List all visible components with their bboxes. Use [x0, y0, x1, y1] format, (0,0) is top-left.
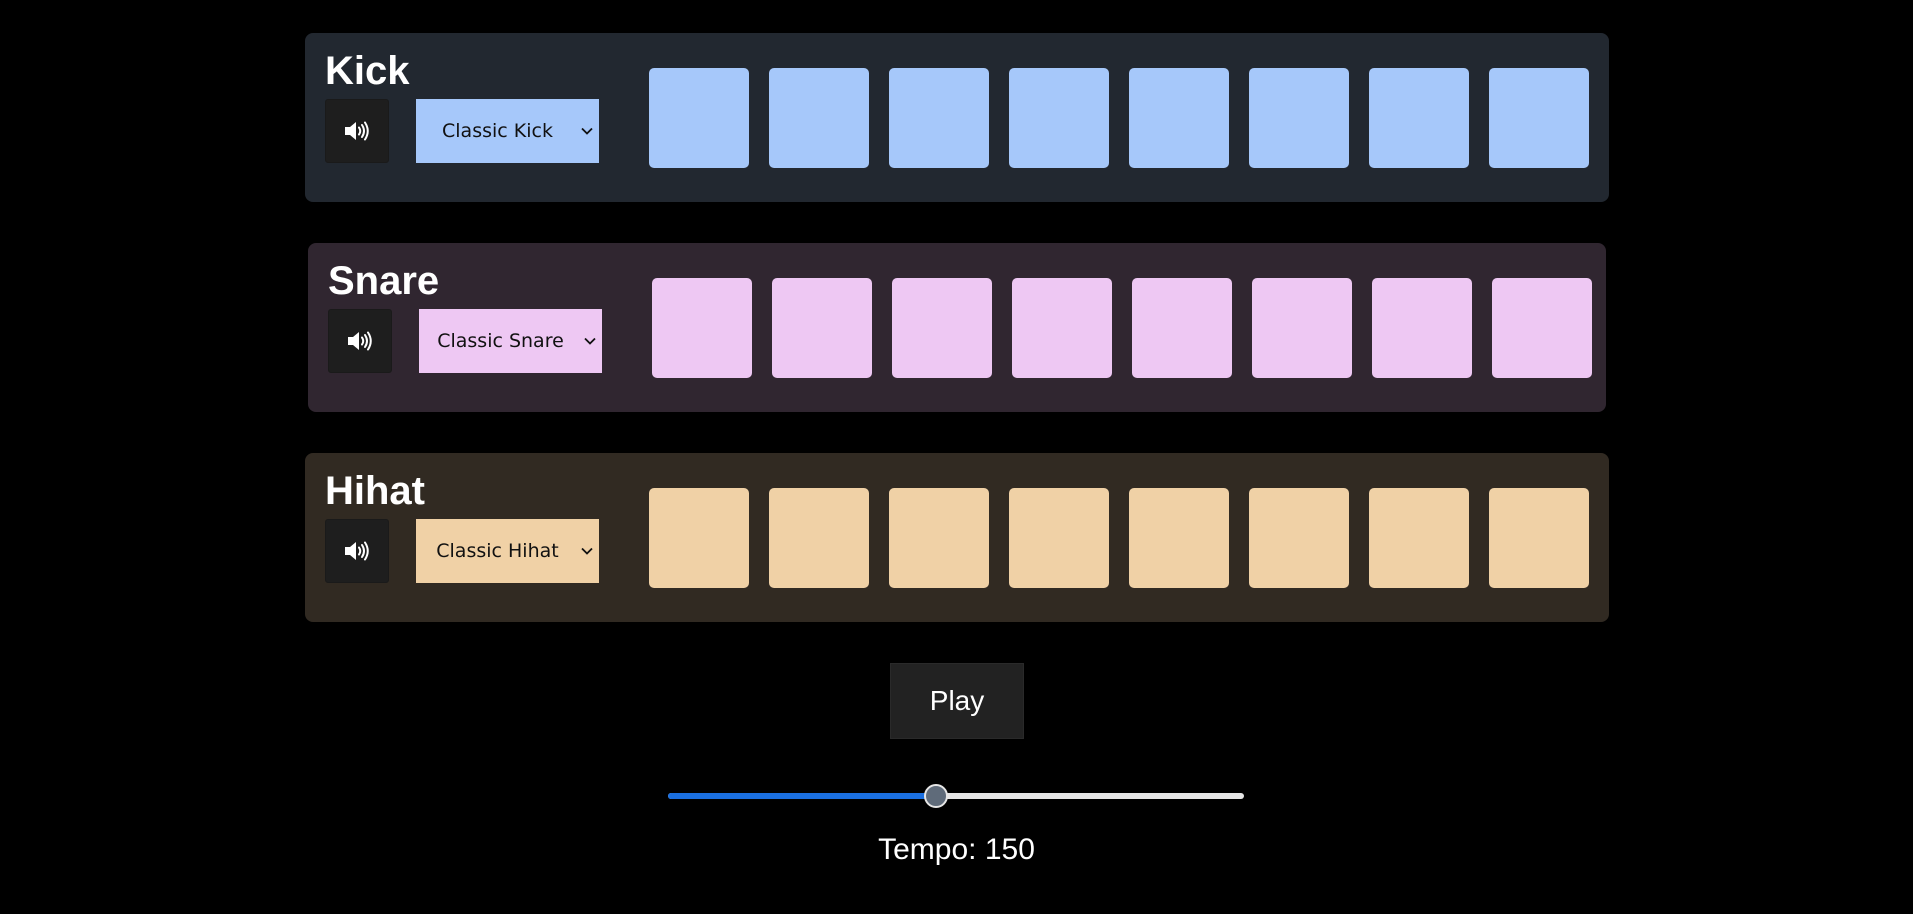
sample-select[interactable]: Classic Kick	[416, 99, 599, 163]
mute-button[interactable]	[325, 519, 389, 583]
step-pad-1[interactable]	[652, 278, 752, 378]
step-pad-6[interactable]	[1249, 488, 1349, 588]
step-pad-8[interactable]	[1489, 68, 1589, 168]
track-hihat: Hihat Classic Hihat	[305, 453, 1609, 622]
mute-button[interactable]	[328, 309, 392, 373]
sample-select-value: Classic Snare	[437, 330, 564, 352]
tempo-slider-thumb[interactable]	[924, 784, 948, 808]
step-pad-8[interactable]	[1492, 278, 1592, 378]
step-pads	[649, 488, 1589, 588]
step-pad-4[interactable]	[1009, 68, 1109, 168]
step-pad-1[interactable]	[649, 68, 749, 168]
tempo-slider-fill	[668, 793, 936, 799]
track-title: Kick	[325, 49, 410, 93]
step-pads	[649, 68, 1589, 168]
tempo-label: Tempo: 150	[878, 833, 1035, 866]
track-title: Hihat	[325, 469, 425, 513]
step-pad-4[interactable]	[1009, 488, 1109, 588]
step-pad-2[interactable]	[769, 488, 869, 588]
sample-select-value: Classic Hihat	[436, 540, 559, 562]
step-pad-6[interactable]	[1249, 68, 1349, 168]
sample-select-value: Classic Kick	[442, 120, 553, 142]
step-pad-7[interactable]	[1369, 68, 1469, 168]
speaker-icon	[345, 541, 369, 561]
step-pad-3[interactable]	[892, 278, 992, 378]
track-kick: Kick Classic Kick	[305, 33, 1609, 202]
step-pads	[652, 278, 1592, 378]
mute-button[interactable]	[325, 99, 389, 163]
sample-select[interactable]: Classic Hihat	[416, 519, 599, 583]
step-pad-4[interactable]	[1012, 278, 1112, 378]
chevron-down-icon	[581, 547, 593, 555]
step-pad-3[interactable]	[889, 488, 989, 588]
step-pad-5[interactable]	[1129, 68, 1229, 168]
step-pad-5[interactable]	[1129, 488, 1229, 588]
tempo-slider[interactable]	[668, 784, 1244, 808]
step-pad-8[interactable]	[1489, 488, 1589, 588]
speaker-icon	[345, 121, 369, 141]
step-pad-1[interactable]	[649, 488, 749, 588]
play-button[interactable]: Play	[890, 663, 1024, 739]
step-pad-5[interactable]	[1132, 278, 1232, 378]
sample-select[interactable]: Classic Snare	[419, 309, 602, 373]
step-pad-2[interactable]	[769, 68, 869, 168]
drum-machine: Kick Classic Kick Snare Classic Snare Hi…	[0, 0, 1913, 914]
chevron-down-icon	[581, 127, 593, 135]
track-snare: Snare Classic Snare	[308, 243, 1606, 412]
step-pad-6[interactable]	[1252, 278, 1352, 378]
speaker-icon	[348, 331, 372, 351]
track-title: Snare	[328, 259, 440, 303]
chevron-down-icon	[584, 337, 596, 345]
step-pad-7[interactable]	[1372, 278, 1472, 378]
step-pad-7[interactable]	[1369, 488, 1469, 588]
step-pad-3[interactable]	[889, 68, 989, 168]
step-pad-2[interactable]	[772, 278, 872, 378]
